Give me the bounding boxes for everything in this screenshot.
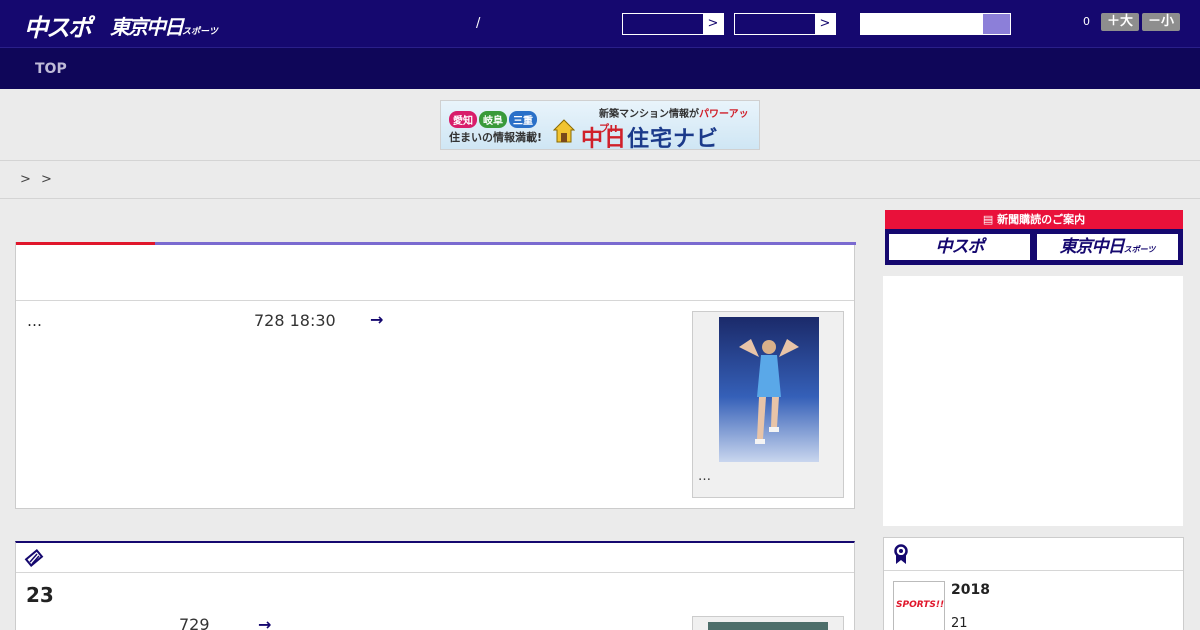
font-smaller-button[interactable]: －小 (1142, 13, 1180, 31)
article-accent-purple (155, 242, 856, 245)
column-article: 23 729 → (15, 541, 855, 630)
category-select-2[interactable]: > (734, 13, 836, 35)
medal-icon (894, 544, 908, 564)
subscribe-tokyo-chunichi-button[interactable]: 東京中日スポーツ (1036, 233, 1179, 261)
subscribe-tokyo-text: 東京中日 (1059, 237, 1125, 257)
ranking-thumbnail[interactable]: SPORTS!! (893, 581, 945, 630)
search-input[interactable] (860, 13, 984, 35)
pref-gifu: 岐阜 (479, 111, 507, 128)
newspaper-icon: ▤ (982, 213, 998, 226)
tokyo-logo-small: スポーツ (182, 27, 218, 37)
article-more-link[interactable]: → (370, 310, 383, 329)
column-date: 729 (179, 615, 210, 630)
subscribe-tokyo-small: スポーツ (1123, 245, 1156, 254)
category-select-1[interactable]: > (622, 13, 724, 35)
ranking-item-title[interactable]: 2018 (951, 582, 990, 598)
chuspo-logo[interactable]: 中スポ (24, 8, 92, 43)
divider (0, 160, 1200, 161)
column-header (16, 543, 854, 573)
font-larger-button[interactable]: ＋大 (1101, 13, 1139, 31)
banner-brand: 中日住宅ナビ (581, 121, 720, 150)
divider (0, 198, 1200, 199)
article-date: 728 18:30 (254, 311, 336, 330)
banner-brand-red: 中日 (581, 127, 628, 150)
column-photo-image (708, 622, 828, 630)
header-separator: / (476, 16, 481, 31)
ranking-box: SPORTS!! 2018 21 (883, 537, 1184, 630)
column-photo[interactable] (692, 616, 844, 630)
select-2-arrow-icon[interactable]: > (815, 14, 835, 34)
column-more-link[interactable]: → (258, 615, 271, 630)
breadcrumb: > > (20, 172, 55, 187)
house-icon (553, 119, 575, 143)
subscription-title-text: 新聞購読のご案内 (997, 213, 1086, 226)
tokyo-logo-text: 東京中日 (110, 15, 184, 39)
article-photo[interactable]: … (692, 311, 844, 498)
divider (16, 300, 854, 301)
pencil-icon (24, 549, 44, 567)
article-accent-red (16, 242, 155, 245)
figure-skater-photo (719, 317, 819, 462)
subscribe-chuspo-button[interactable]: 中スポ (888, 233, 1031, 261)
banner-headline-prefix: 新築マンション情報が (599, 109, 699, 120)
subscription-box: ▤ 新聞購読のご案内 中スポ 東京中日スポーツ (885, 210, 1183, 265)
pref-mie: 三重 (509, 111, 537, 128)
search-button[interactable] (982, 13, 1011, 35)
select-1-arrow-icon[interactable]: > (703, 14, 723, 34)
housing-ad-banner[interactable]: 愛知 岐阜 三重 住まいの情報満載! 新築マンション情報がパワーアップ!! 中日住宅… (440, 100, 760, 150)
counter-value: 0 (1083, 15, 1090, 28)
ranking-header (884, 538, 1183, 571)
article-lead: … (27, 312, 42, 330)
global-nav: TOP (0, 48, 1200, 89)
banner-tagline: 住まいの情報満載! (449, 131, 543, 144)
column-title[interactable]: 23 (26, 583, 54, 607)
pref-aichi: 愛知 (449, 111, 477, 128)
nav-item-top[interactable]: TOP (35, 61, 67, 77)
banner-prefectures: 愛知 岐阜 三重 (449, 111, 539, 128)
ranking-thumb-text: SPORTS!! (896, 600, 945, 610)
sidebar-ad-slot[interactable] (883, 276, 1183, 526)
ranking-item-number: 21 (951, 616, 968, 630)
main-article: … 728 18:30 → … (15, 242, 856, 509)
tokyo-chunichi-logo[interactable]: 東京中日スポーツ (110, 11, 218, 40)
site-header: 中スポ 東京中日スポーツ / > > 0 ＋大 －小 (0, 0, 1200, 48)
subscription-title: ▤ 新聞購読のご案内 (885, 210, 1183, 229)
banner-brand-navy: 住宅ナビ (627, 127, 720, 150)
photo-caption: … (698, 469, 711, 484)
